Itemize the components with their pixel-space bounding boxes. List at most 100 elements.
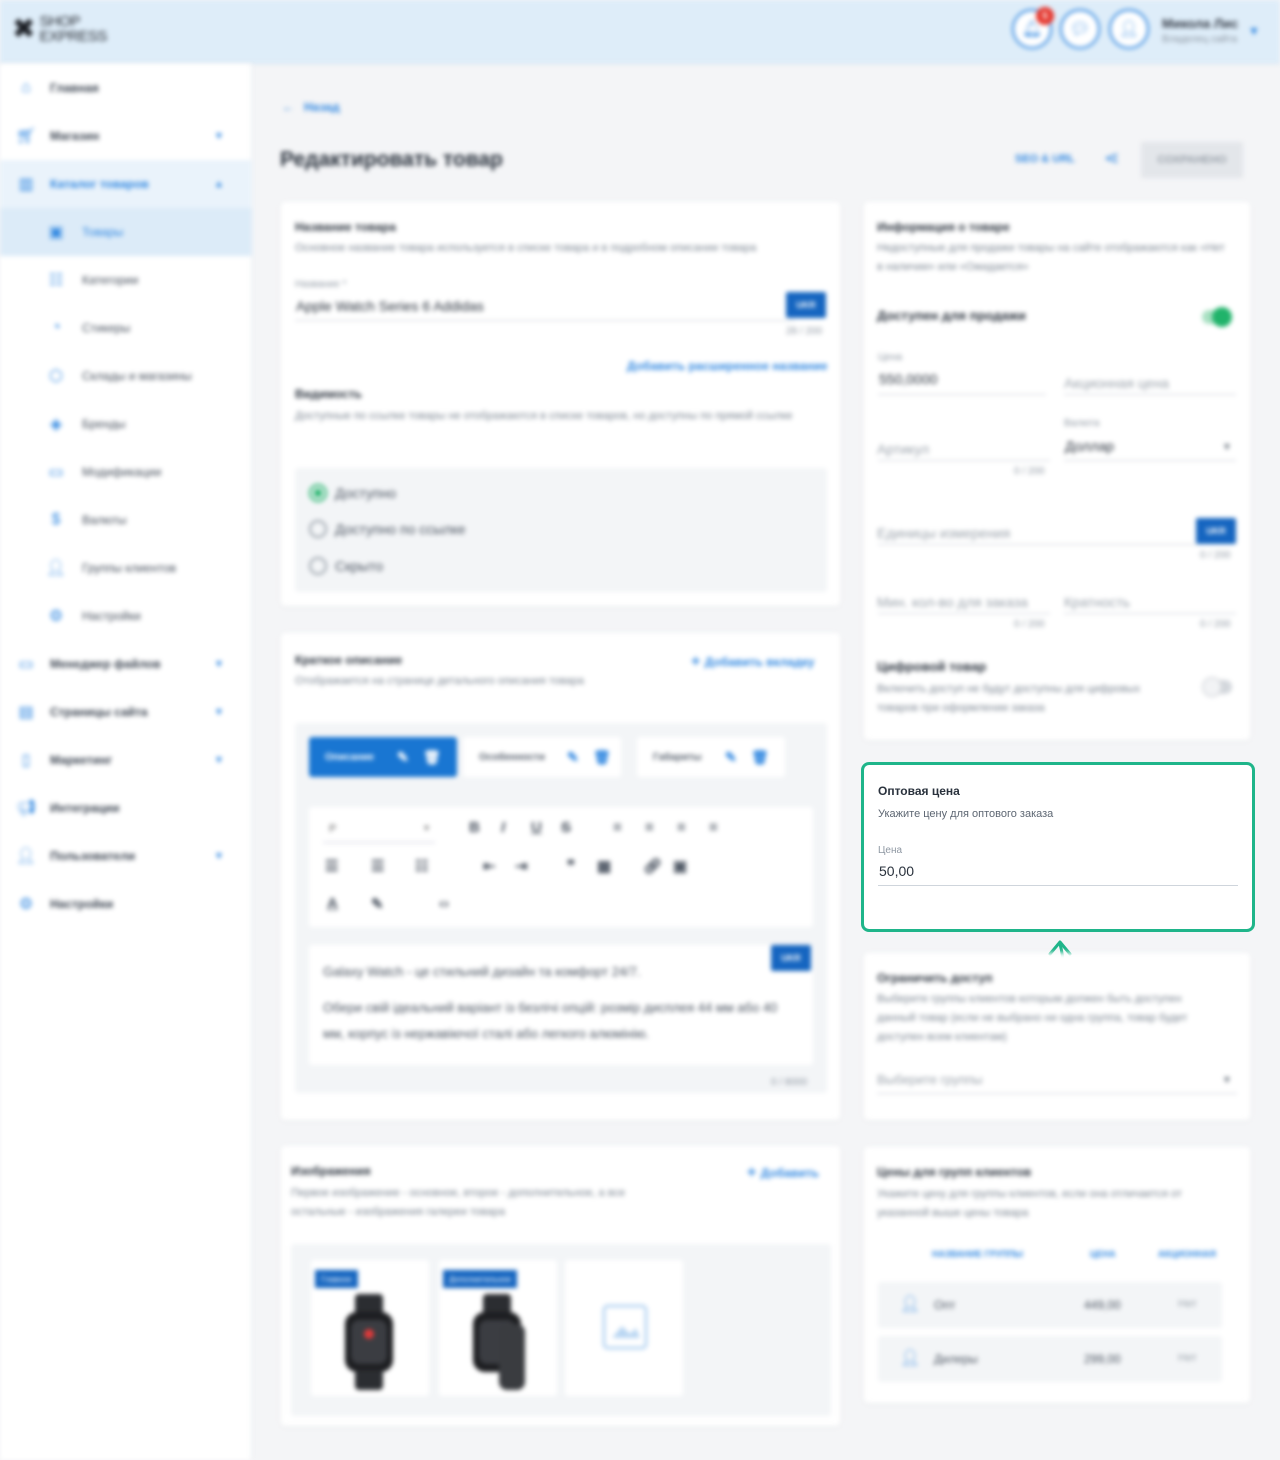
align-center-icon[interactable]: ≡ [645, 819, 654, 836]
sidebar-item-home[interactable]: ⌂ Главная [0, 64, 252, 112]
group-promo-input[interactable]: Нет [1178, 1352, 1197, 1364]
chevron-down-icon[interactable]: ▼ [1222, 442, 1232, 453]
available-title: Доступен для продажи [877, 308, 1026, 323]
chevron-down-icon[interactable]: ▼ [1222, 1075, 1232, 1086]
group-promo-input[interactable]: Нет [1178, 1298, 1197, 1310]
tab-dimensions[interactable]: Габариты ✎ 🗑︎ [637, 737, 785, 777]
sidebar-item-shop[interactable]: 🛒︎ Магазин ▼ [0, 112, 252, 160]
align-right-icon[interactable]: ≡ [677, 819, 686, 836]
sidebar-item-file-manager[interactable]: ▭ Менеджер файлов ▼ [0, 640, 252, 688]
trash-icon[interactable]: 🗑︎ [423, 749, 441, 766]
bold-icon[interactable]: B [469, 819, 480, 836]
column-header: ЦЕНА [1090, 1249, 1116, 1259]
digital-toggle[interactable] [1202, 677, 1232, 697]
sidebar-item-users[interactable]: 👤︎ Пользователи ▼ [0, 832, 252, 880]
sidebar-item-currencies[interactable]: $ Валюты [0, 496, 252, 544]
sidebar-item-site-pages[interactable]: ▤ Страницы сайта ▼ [0, 688, 252, 736]
back-link[interactable]: ← Назад [282, 100, 340, 114]
available-toggle[interactable] [1202, 307, 1232, 327]
tab-description[interactable]: Описание ✎ 🗑︎ [309, 737, 457, 777]
chat-button[interactable]: 💬︎ [1060, 9, 1100, 49]
add-tab-link[interactable]: + Добавить вкладку [691, 653, 814, 671]
promo-price-input[interactable]: Акционная цена [1064, 375, 1169, 391]
edit-icon[interactable]: ✎ [725, 749, 737, 766]
profile-button[interactable]: 👤︎ [1109, 9, 1149, 49]
table-icon[interactable]: ▦ [597, 857, 611, 875]
price-input[interactable]: 550,0000 [879, 371, 937, 387]
highlight-icon[interactable]: ✎ [371, 895, 384, 913]
radio-hidden[interactable]: Скрыто [309, 557, 383, 575]
quote-icon[interactable]: ❞ [567, 857, 575, 875]
indent-icon[interactable]: ⇥ [515, 857, 528, 875]
sidebar-item-modifications[interactable]: ▭ Модификации [0, 448, 252, 496]
sidebar-item-catalog-settings[interactable]: ⚙ Настройки [0, 592, 252, 640]
radio-available[interactable]: Доступно [309, 484, 396, 502]
image-icon[interactable]: ▣ [673, 857, 687, 875]
edit-icon[interactable]: ✎ [397, 749, 409, 766]
currency-icon: $ [51, 511, 61, 528]
currency-select[interactable]: Доллар [1065, 438, 1114, 454]
user-name[interactable]: Микола Лис [1162, 16, 1238, 31]
add-image-label: Добавить [760, 1166, 819, 1180]
radio-by-link[interactable]: Доступно по ссылке [309, 520, 466, 538]
trash-icon[interactable]: 🗑︎ [593, 749, 611, 766]
card-desc: Основное название товара используется в … [295, 242, 757, 254]
group-price-input[interactable]: 449,00 [1084, 1298, 1121, 1312]
outdent-icon[interactable]: ⇤ [483, 857, 496, 875]
sidebar-item-stickers[interactable]: ◔ Стикеры [0, 304, 252, 352]
sidebar-item-label: Склады и магазины [82, 369, 192, 383]
sidebar-item-label: Маркетинг [50, 753, 113, 767]
image-main[interactable]: Главное [311, 1260, 429, 1396]
sidebar-item-integrations[interactable]: 📢︎ Интеграции [0, 784, 252, 832]
article-input[interactable]: Артикул [877, 441, 929, 457]
italic-icon[interactable]: I [501, 819, 505, 836]
sidebar-item-client-groups[interactable]: 👤︎ Группы клиентов [0, 544, 252, 592]
users-icon: 👤︎ [15, 848, 37, 865]
link-icon[interactable]: 🔗︎ [643, 857, 662, 875]
sidebar-item-marketing[interactable]: ▯ Маркетинг ▼ [0, 736, 252, 784]
add-extended-name-link[interactable]: Добавить расширенное название [627, 359, 828, 373]
client-groups-select[interactable]: Выберите группы [877, 1072, 982, 1087]
editor-content[interactable]: UKR Galaxy Watch - це стильний дизайн та… [309, 945, 813, 1065]
add-image-link[interactable]: + Добавить [747, 1164, 819, 1182]
language-button[interactable]: UKR [786, 292, 826, 318]
chevron-down-icon[interactable]: ▼ [1248, 24, 1260, 38]
min-qty-input[interactable]: Мин. кол-во для заказа [877, 594, 1028, 610]
logo[interactable]: ✖ SHOP EXPRESS [12, 14, 107, 44]
list-style-icon[interactable]: ☷ [415, 857, 428, 875]
sidebar-item-categories[interactable]: ☷ Категории [0, 256, 252, 304]
name-input[interactable]: Apple Watch Series 6 Addidas [296, 298, 484, 314]
language-button[interactable]: UKR [771, 945, 811, 971]
align-justify-icon[interactable]: ≡ [709, 819, 718, 836]
bullet-list-icon[interactable]: ☰ [325, 857, 338, 875]
wholesale-price-input[interactable]: 50,00 [879, 863, 914, 879]
format-select[interactable]: P ▼ [323, 817, 435, 843]
sidebar-item-warehouses[interactable]: ⬡ Склады и магазины [0, 352, 252, 400]
source-code-icon[interactable]: ‹› [439, 895, 449, 912]
trash-icon[interactable]: 🗑︎ [751, 749, 769, 766]
group-price-input[interactable]: 299,00 [1084, 1352, 1121, 1366]
save-button[interactable]: СОХРАНЕНО [1141, 142, 1243, 178]
description-tabs-area: Описание ✎ 🗑︎ Особенности ✎ 🗑︎ Габариты ✎ 🗑︎ P… [295, 723, 827, 1093]
seo-url-link[interactable]: SEO & URL [1015, 153, 1075, 165]
language-button[interactable]: UKR [1196, 518, 1236, 544]
unit-input[interactable]: Единицы измерения [877, 525, 1010, 541]
image-placeholder[interactable] [565, 1260, 683, 1396]
settings-icon: ⚙ [48, 608, 64, 625]
multiplicity-input[interactable]: Кратность [1064, 594, 1130, 610]
numbered-list-icon[interactable]: ☰ [371, 857, 384, 875]
sidebar-item-products[interactable]: ▣ Товары [0, 208, 252, 256]
edit-icon[interactable]: ✎ [567, 749, 579, 766]
sidebar-item-settings[interactable]: ⚙ Настройки [0, 880, 252, 928]
image-additional[interactable]: Дополнительное [439, 1260, 557, 1396]
align-left-icon[interactable]: ≡ [613, 819, 622, 836]
sidebar-item-brands[interactable]: ◈ Бренды [0, 400, 252, 448]
chevron-down-icon: ▼ [214, 658, 224, 670]
text-color-icon[interactable]: A [327, 895, 338, 912]
sidebar-item-catalog[interactable]: ▥ Каталог товаров ▲ [0, 160, 252, 208]
share-icon[interactable]: ⋖ [1104, 148, 1119, 169]
watch-image-icon [473, 1294, 525, 1390]
tab-features[interactable]: Особенности ✎ 🗑︎ [463, 737, 621, 777]
underline-icon[interactable]: U [531, 819, 542, 836]
strikethrough-icon[interactable]: S [561, 819, 571, 836]
